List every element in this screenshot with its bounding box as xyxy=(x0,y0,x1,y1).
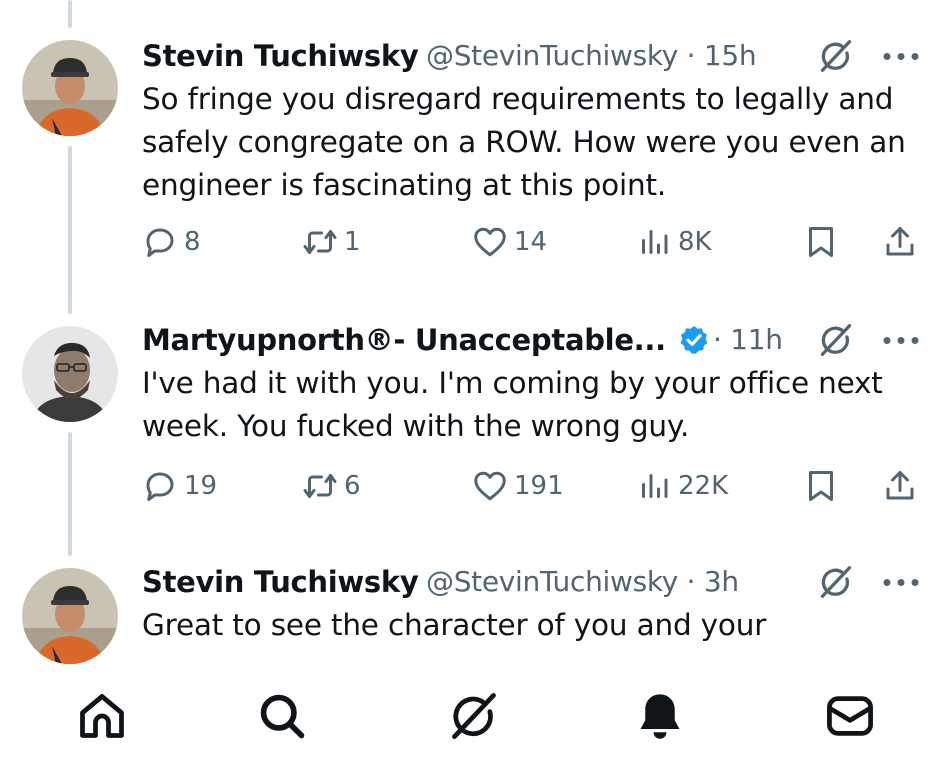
handle-time[interactable]: @StevinTuchiwsky · 3h xyxy=(426,562,739,602)
more-icon[interactable] xyxy=(880,572,922,608)
author-name[interactable]: Stevin Tuchiwsky xyxy=(142,562,419,602)
grok-icon[interactable] xyxy=(444,688,504,744)
search-icon[interactable] xyxy=(252,688,312,744)
tweet[interactable]: Stevin Tuchiwsky @StevinTuchiwsky · 3h G… xyxy=(0,0,943,664)
bottom-nav xyxy=(0,668,943,768)
grok-icon[interactable] xyxy=(818,564,854,600)
notifications-icon[interactable] xyxy=(630,688,690,744)
tweet-text: Great to see the character of you and yo… xyxy=(142,608,767,642)
avatar[interactable] xyxy=(22,568,118,664)
messages-icon[interactable] xyxy=(820,688,880,744)
home-icon[interactable] xyxy=(72,688,132,744)
